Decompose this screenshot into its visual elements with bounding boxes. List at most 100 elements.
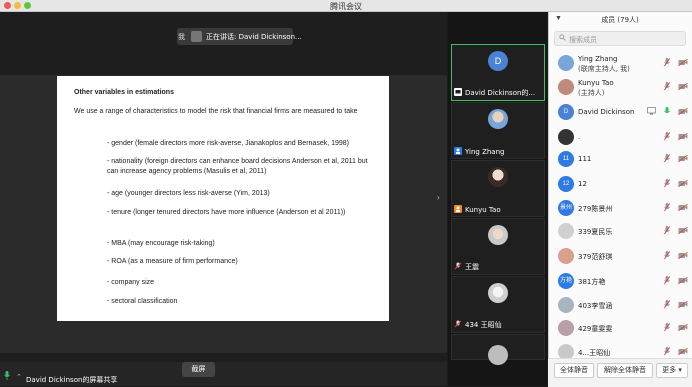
video-tile-name: Ying Zhang	[454, 147, 504, 156]
camera-off-icon[interactable]	[678, 59, 688, 66]
camera-off-icon[interactable]	[678, 227, 688, 234]
muted-mic-icon[interactable]	[664, 203, 670, 212]
member-list-item[interactable]: 方艳 381方艳	[554, 270, 690, 292]
avatar	[558, 55, 574, 71]
member-list-item[interactable]: 429童雯雯	[554, 317, 690, 339]
video-tile[interactable]: 王震	[451, 218, 545, 275]
member-list-item[interactable]: 379范舒琪	[554, 245, 690, 267]
video-tile[interactable]: D David Dickinson的...	[451, 44, 545, 101]
avatar: 11	[558, 151, 574, 167]
slide-bullet: - nationality (foreign directors can enh…	[107, 158, 368, 175]
microphone-icon[interactable]	[4, 371, 10, 380]
member-name: 279陈景州	[578, 205, 613, 213]
avatar	[558, 129, 574, 145]
camera-off-icon[interactable]	[678, 301, 688, 308]
camera-off-icon[interactable]	[678, 133, 688, 140]
unmute-all-button[interactable]: 解除全体静音	[597, 363, 653, 378]
member-list-item[interactable]: 403李雪涵	[554, 294, 690, 316]
slide-intro: We use a range of characteristics to mod…	[74, 108, 358, 115]
members-count-title: 成员 (79人)	[601, 16, 639, 24]
share-status-bar: ⌃ David Dickinson的屏幕共享	[0, 362, 447, 386]
member-name: .	[578, 133, 581, 141]
avatar	[558, 79, 574, 95]
member-search-input[interactable]: 搜索成员	[554, 31, 686, 46]
mute-all-button[interactable]: 全体静音	[554, 363, 594, 378]
avatar	[488, 167, 508, 187]
muted-mic-icon[interactable]	[664, 154, 670, 163]
muted-mic-icon[interactable]	[664, 276, 670, 285]
camera-off-icon[interactable]	[678, 348, 688, 355]
camera-off-icon[interactable]	[678, 252, 688, 259]
video-tile[interactable]	[451, 334, 545, 365]
member-list-item[interactable]: 339夏民乐	[554, 220, 690, 242]
avatar	[488, 345, 508, 365]
host-icon	[454, 205, 462, 213]
video-tile-name: 王震	[454, 262, 479, 272]
muted-mic-icon[interactable]	[664, 251, 670, 260]
avatar	[488, 225, 508, 245]
microphone-icon[interactable]	[664, 107, 670, 116]
video-tile[interactable]: Ying Zhang	[451, 102, 545, 159]
member-list-item[interactable]: Kunyu Tao (主持人)	[554, 76, 690, 98]
video-tile[interactable]: Kunyu Tao	[451, 160, 545, 217]
member-name: David Dickinson	[578, 108, 635, 116]
avatar	[558, 223, 574, 239]
video-tile-name-text: Ying Zhang	[465, 148, 505, 156]
camera-off-icon[interactable]	[678, 324, 688, 331]
avatar	[558, 248, 574, 264]
muted-mic-icon[interactable]	[664, 179, 670, 188]
app-title: 腾讯会议	[330, 2, 362, 11]
member-list-item[interactable]: 11 111	[554, 148, 690, 170]
muted-mic-icon[interactable]	[664, 58, 670, 67]
member-list-item[interactable]: .	[554, 126, 690, 148]
search-placeholder: 搜索成员	[569, 36, 597, 44]
muted-mic-icon[interactable]	[664, 226, 670, 235]
muted-mic-icon[interactable]	[664, 132, 670, 141]
window-titlebar: 腾讯会议	[0, 0, 692, 12]
member-list-item[interactable]: 景州 279陈景州	[554, 197, 690, 219]
speaking-label: 正在讲话: David Dickinson...	[206, 33, 302, 41]
video-tile-name-text: 王震	[465, 263, 479, 271]
slide-title: Other variables in estimations	[74, 89, 174, 96]
member-list-item[interactable]: 12 12	[554, 173, 690, 195]
muted-mic-icon	[454, 262, 462, 270]
more-button[interactable]: 更多 ▾	[656, 363, 688, 378]
video-tile-name-text: 434 王昭仙	[465, 321, 502, 329]
camera-off-icon[interactable]	[678, 108, 688, 115]
host-icon	[454, 88, 462, 96]
member-name: 111	[578, 155, 592, 163]
muted-mic-icon[interactable]	[664, 323, 670, 332]
slide-bullet: - tenure (longer tenured directors have …	[107, 209, 346, 216]
camera-off-icon[interactable]	[678, 83, 688, 90]
member-list-item[interactable]: Ying Zhang (联席主持人, 我)	[554, 52, 690, 74]
avatar	[558, 320, 574, 336]
muted-mic-icon[interactable]	[664, 347, 670, 356]
muted-mic-icon	[454, 320, 462, 328]
member-name: 379范舒琪	[578, 253, 613, 261]
avatar: 12	[558, 176, 574, 192]
member-name: 403李雪涵	[578, 302, 613, 310]
camera-off-icon[interactable]	[678, 155, 688, 162]
muted-mic-icon[interactable]	[664, 300, 670, 309]
member-name: 381方艳	[578, 278, 606, 286]
slide-bullet: - MBA (may encourage risk-taking)	[107, 240, 215, 247]
slide-bullet: - sectoral classification	[107, 298, 178, 305]
presentation-slide: Other variables in estimations We use a …	[57, 76, 389, 321]
member-list-item[interactable]: D David Dickinson	[554, 101, 690, 123]
camera-off-icon[interactable]	[678, 277, 688, 284]
screenshot-button[interactable]: 截屏	[182, 362, 215, 377]
camera-off-icon[interactable]	[678, 204, 688, 211]
video-tile-name-text: Kunyu Tao	[465, 206, 501, 214]
member-name: 4...王昭仙	[578, 349, 611, 357]
camera-off-icon[interactable]	[678, 180, 688, 187]
screen-share-label: David Dickinson的屏幕共享	[26, 376, 118, 384]
muted-mic-icon[interactable]	[664, 82, 670, 91]
member-role: (主持人)	[578, 89, 605, 97]
speaker-avatar	[191, 31, 202, 42]
avatar	[488, 283, 508, 303]
chevron-right-icon[interactable]: ›	[437, 193, 440, 202]
self-label: 我	[178, 33, 185, 41]
member-name: 12	[578, 180, 587, 188]
chevron-down-icon[interactable]: ⌃	[16, 373, 22, 381]
video-tile[interactable]: 434 王昭仙	[451, 276, 545, 333]
